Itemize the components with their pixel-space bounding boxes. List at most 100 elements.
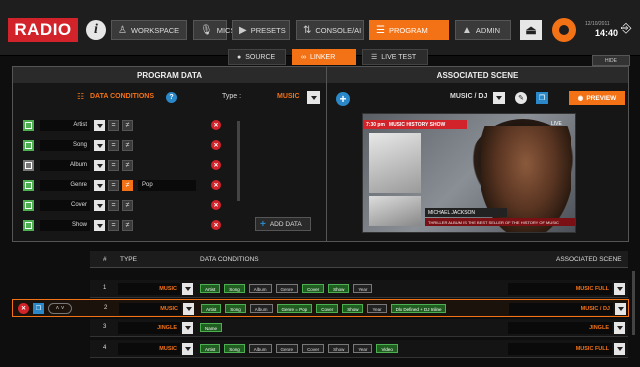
equals-button[interactable]: =: [108, 160, 119, 171]
table-row[interactable]: 2 MUSIC Artist Song Album Genre = Pop Cover Sho…: [12, 299, 629, 317]
nav-label: PRESETS: [250, 25, 286, 35]
eject-icon[interactable]: ⏏: [520, 20, 542, 40]
row-conditions: Artist Song Album Genre Cover Show Year: [200, 284, 373, 293]
col-conditions-header: DATA CONDITIONS: [200, 256, 259, 263]
col-num-header: #: [103, 256, 107, 263]
hide-button[interactable]: HIDE: [592, 55, 630, 66]
condition-chip: Album: [248, 284, 272, 293]
preview-button[interactable]: ◉ PREVIEW: [569, 91, 625, 105]
row-type-dropdown-icon[interactable]: [182, 322, 193, 334]
equals-button[interactable]: =: [108, 200, 119, 211]
equals-button[interactable]: =: [108, 140, 119, 151]
row-scene-select[interactable]: MUSIC / DJ: [509, 303, 613, 315]
scene-dropdown-icon[interactable]: [493, 92, 505, 104]
condition-toggle-icon[interactable]: [23, 140, 34, 151]
condition-toggle-icon[interactable]: [23, 200, 34, 211]
condition-toggle-icon[interactable]: [23, 160, 34, 171]
condition-dropdown-icon[interactable]: [94, 160, 105, 171]
row-scene-dropdown-icon[interactable]: [614, 283, 625, 295]
table-row[interactable]: 3 JINGLE Name JINGLE: [90, 319, 628, 337]
nav-program-button[interactable]: ☰ PROGRAM: [369, 20, 449, 40]
condition-dropdown-icon[interactable]: [94, 140, 105, 151]
condition-dropdown-icon[interactable]: [94, 120, 105, 131]
condition-chip: Name: [200, 323, 223, 332]
delete-row-icon[interactable]: ✕: [18, 303, 29, 314]
table-row[interactable]: 4 MUSIC Artist Song Album Genre Cover Show Year V…: [90, 340, 628, 358]
nav-mics-button[interactable]: 🎙 MICS: [193, 20, 235, 40]
not-equals-button[interactable]: ≠: [122, 220, 133, 231]
add-data-button[interactable]: + ADD DATA: [255, 217, 311, 231]
condition-toggle-icon[interactable]: [23, 120, 34, 131]
delete-condition-icon[interactable]: ✕: [211, 160, 221, 170]
col-type-header: TYPE: [120, 256, 137, 263]
not-equals-button[interactable]: ≠: [122, 180, 133, 191]
condition-dropdown-icon[interactable]: [94, 200, 105, 211]
conditions-scrollbar[interactable]: [237, 121, 240, 201]
row-scene-select[interactable]: MUSIC FULL: [508, 283, 612, 295]
nav-console-ai-button[interactable]: ⇅ CONSOLE/AI: [296, 20, 364, 40]
row-type-select[interactable]: MUSIC: [118, 283, 180, 295]
move-row-icon[interactable]: ˄ ˅: [48, 303, 72, 314]
condition-value-input[interactable]: Pop: [138, 180, 196, 191]
edit-icon[interactable]: ✎: [515, 92, 527, 104]
nav-label: ADMIN: [475, 25, 501, 35]
row-scene-select[interactable]: MUSIC FULL: [508, 343, 612, 355]
settings-gear-icon[interactable]: [552, 18, 576, 42]
condition-chip: Year: [353, 284, 373, 293]
condition-dropdown-icon[interactable]: [94, 220, 105, 231]
equals-button[interactable]: =: [108, 180, 119, 191]
nav-admin-button[interactable]: ▲ ADMIN: [455, 20, 511, 40]
mic-icon: 🎙: [200, 24, 213, 36]
condition-chip: Dlx Defined + DJ Inline: [390, 304, 447, 313]
condition-field-name: Album: [40, 160, 90, 171]
tab-label: SOURCE: [245, 53, 276, 61]
tab-source[interactable]: ● SOURCE: [228, 49, 286, 65]
equals-button[interactable]: =: [108, 120, 119, 131]
row-type-dropdown-icon[interactable]: [182, 283, 193, 295]
tab-linker[interactable]: ∞ LINKER: [292, 49, 356, 65]
type-dropdown-icon[interactable]: [307, 91, 320, 104]
nav-workspace-button[interactable]: ♙ WORKSPACE: [111, 20, 187, 40]
row-type-dropdown-icon[interactable]: [183, 303, 194, 315]
condition-toggle-icon[interactable]: [23, 220, 34, 231]
row-conditions: Artist Song Album Genre Cover Show Year Video: [200, 344, 398, 353]
preview-show-banner: 7:30 pm MUSIC HISTORY SHOW: [363, 120, 467, 129]
equals-button[interactable]: =: [108, 220, 119, 231]
row-scene-dropdown-icon[interactable]: [614, 343, 625, 355]
row-type-dropdown-icon[interactable]: [182, 343, 193, 355]
delete-condition-icon[interactable]: ✕: [211, 140, 221, 150]
delete-condition-icon[interactable]: ✕: [211, 180, 221, 190]
row-type-select[interactable]: MUSIC: [119, 303, 181, 315]
condition-chip: Show: [328, 284, 350, 293]
row-scene-dropdown-icon[interactable]: [615, 303, 626, 315]
logout-icon[interactable]: ⎆: [621, 20, 631, 36]
row-scene-select[interactable]: JINGLE: [508, 322, 612, 334]
row-type-select[interactable]: MUSIC: [118, 343, 180, 355]
table-row[interactable]: 1 MUSIC Artist Song Album Genre Cover Show Year M…: [90, 280, 628, 298]
row-type-select[interactable]: JINGLE: [118, 322, 180, 334]
delete-condition-icon[interactable]: ✕: [211, 200, 221, 210]
delete-condition-icon[interactable]: ✕: [211, 120, 221, 130]
not-equals-button[interactable]: ≠: [122, 120, 133, 131]
copy-row-icon[interactable]: ❐: [33, 303, 44, 314]
condition-chip: Artist: [201, 304, 222, 313]
condition-toggle-icon[interactable]: [23, 180, 34, 191]
nav-presets-button[interactable]: ▶ PRESETS: [232, 20, 290, 40]
condition-dropdown-icon[interactable]: [94, 180, 105, 191]
condition-chip: Artist: [200, 284, 221, 293]
copy-icon[interactable]: ❐: [536, 92, 548, 104]
row-scene-dropdown-icon[interactable]: [614, 322, 625, 334]
not-equals-button[interactable]: ≠: [122, 140, 133, 151]
type-select-value[interactable]: MUSIC: [277, 93, 300, 100]
tab-live-test[interactable]: ☰ LIVE TEST: [362, 49, 428, 65]
info-button[interactable]: i: [86, 20, 106, 40]
not-equals-button[interactable]: ≠: [122, 200, 133, 211]
add-scene-button[interactable]: +: [336, 92, 350, 106]
not-equals-button[interactable]: ≠: [122, 160, 133, 171]
scene-preview: 7:30 pm MUSIC HISTORY SHOW LIVE MICHAEL J…: [362, 113, 576, 233]
help-icon[interactable]: ?: [166, 92, 177, 103]
table-scrollbar[interactable]: [632, 271, 635, 335]
scene-select-value[interactable]: MUSIC / DJ: [450, 93, 487, 100]
condition-field-name: Genre: [40, 180, 90, 191]
delete-condition-icon[interactable]: ✕: [211, 220, 221, 230]
